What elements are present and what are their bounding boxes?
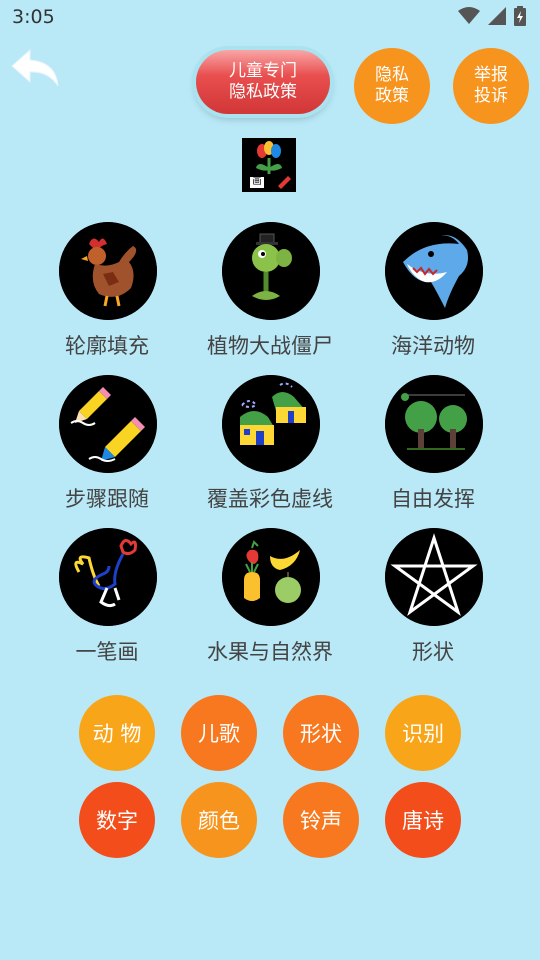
- chip-animals[interactable]: 动 物: [79, 695, 155, 771]
- chip-nursery-rhymes[interactable]: 儿歌: [181, 695, 257, 771]
- chip-tang-poems[interactable]: 唐诗: [385, 782, 461, 858]
- chip-recognize[interactable]: 识别: [385, 695, 461, 771]
- trees-icon: [385, 375, 483, 473]
- back-button[interactable]: [8, 44, 64, 94]
- category-one-stroke[interactable]: 一笔画: [32, 528, 182, 678]
- category-label: 一笔画: [75, 640, 139, 664]
- logo-badge: 画: [252, 177, 262, 187]
- category-label: 植物大战僵尸: [207, 334, 333, 358]
- privacy-line2: 政策: [375, 86, 409, 106]
- category-label: 覆盖彩色虚线: [207, 487, 333, 511]
- category-label: 形状: [412, 640, 454, 664]
- category-label: 轮廓填充: [65, 334, 149, 358]
- kids-privacy-line2: 隐私政策: [229, 82, 297, 102]
- category-label: 自由发挥: [391, 487, 475, 511]
- chip-colors[interactable]: 颜色: [181, 782, 257, 858]
- rooster-icon: [59, 222, 157, 320]
- report-line1: 举报: [474, 65, 508, 85]
- pencil-icon: [59, 375, 157, 473]
- category-label: 海洋动物: [391, 334, 475, 358]
- battery-icon: [514, 6, 526, 26]
- star-icon: [385, 528, 483, 626]
- signal-icon: [488, 7, 506, 25]
- privacy-policy-button[interactable]: 隐私 政策: [354, 48, 430, 124]
- shark-icon: [385, 222, 483, 320]
- line-rooster-icon: [59, 528, 157, 626]
- category-color-dashed-lines[interactable]: 覆盖彩色虚线: [195, 375, 345, 525]
- category-free-draw[interactable]: 自由发挥: [358, 375, 508, 525]
- category-step-follow[interactable]: 步骤跟随: [32, 375, 182, 525]
- app-logo: 画: [242, 138, 296, 192]
- status-icons: [458, 6, 526, 26]
- category-sea-animals[interactable]: 海洋动物: [358, 222, 508, 372]
- back-arrow-icon: [11, 48, 59, 87]
- privacy-line1: 隐私: [375, 65, 409, 85]
- category-fruits-nature[interactable]: 水果与自然界: [195, 528, 345, 678]
- chip-ringtones[interactable]: 铃声: [283, 782, 359, 858]
- status-time: 3:05: [12, 6, 55, 28]
- category-shapes[interactable]: 形状: [358, 528, 508, 678]
- status-bar: 3:05: [0, 0, 540, 36]
- peashooter-icon: [222, 222, 320, 320]
- chip-shapes[interactable]: 形状: [283, 695, 359, 771]
- category-label: 步骤跟随: [65, 487, 149, 511]
- category-outline-fill[interactable]: 轮廓填充: [32, 222, 182, 372]
- category-label: 水果与自然界: [207, 640, 333, 664]
- chip-numbers[interactable]: 数字: [79, 782, 155, 858]
- report-button[interactable]: 举报 投诉: [453, 48, 529, 124]
- report-line2: 投诉: [474, 86, 508, 106]
- wifi-icon: [458, 7, 480, 24]
- kids-privacy-line1: 儿童专门: [229, 61, 297, 81]
- fruits-icon: [222, 528, 320, 626]
- kids-privacy-policy-button[interactable]: 儿童专门 隐私政策: [196, 50, 330, 114]
- house-icon: [222, 375, 320, 473]
- category-plants-vs-zombies[interactable]: 植物大战僵尸: [195, 222, 345, 372]
